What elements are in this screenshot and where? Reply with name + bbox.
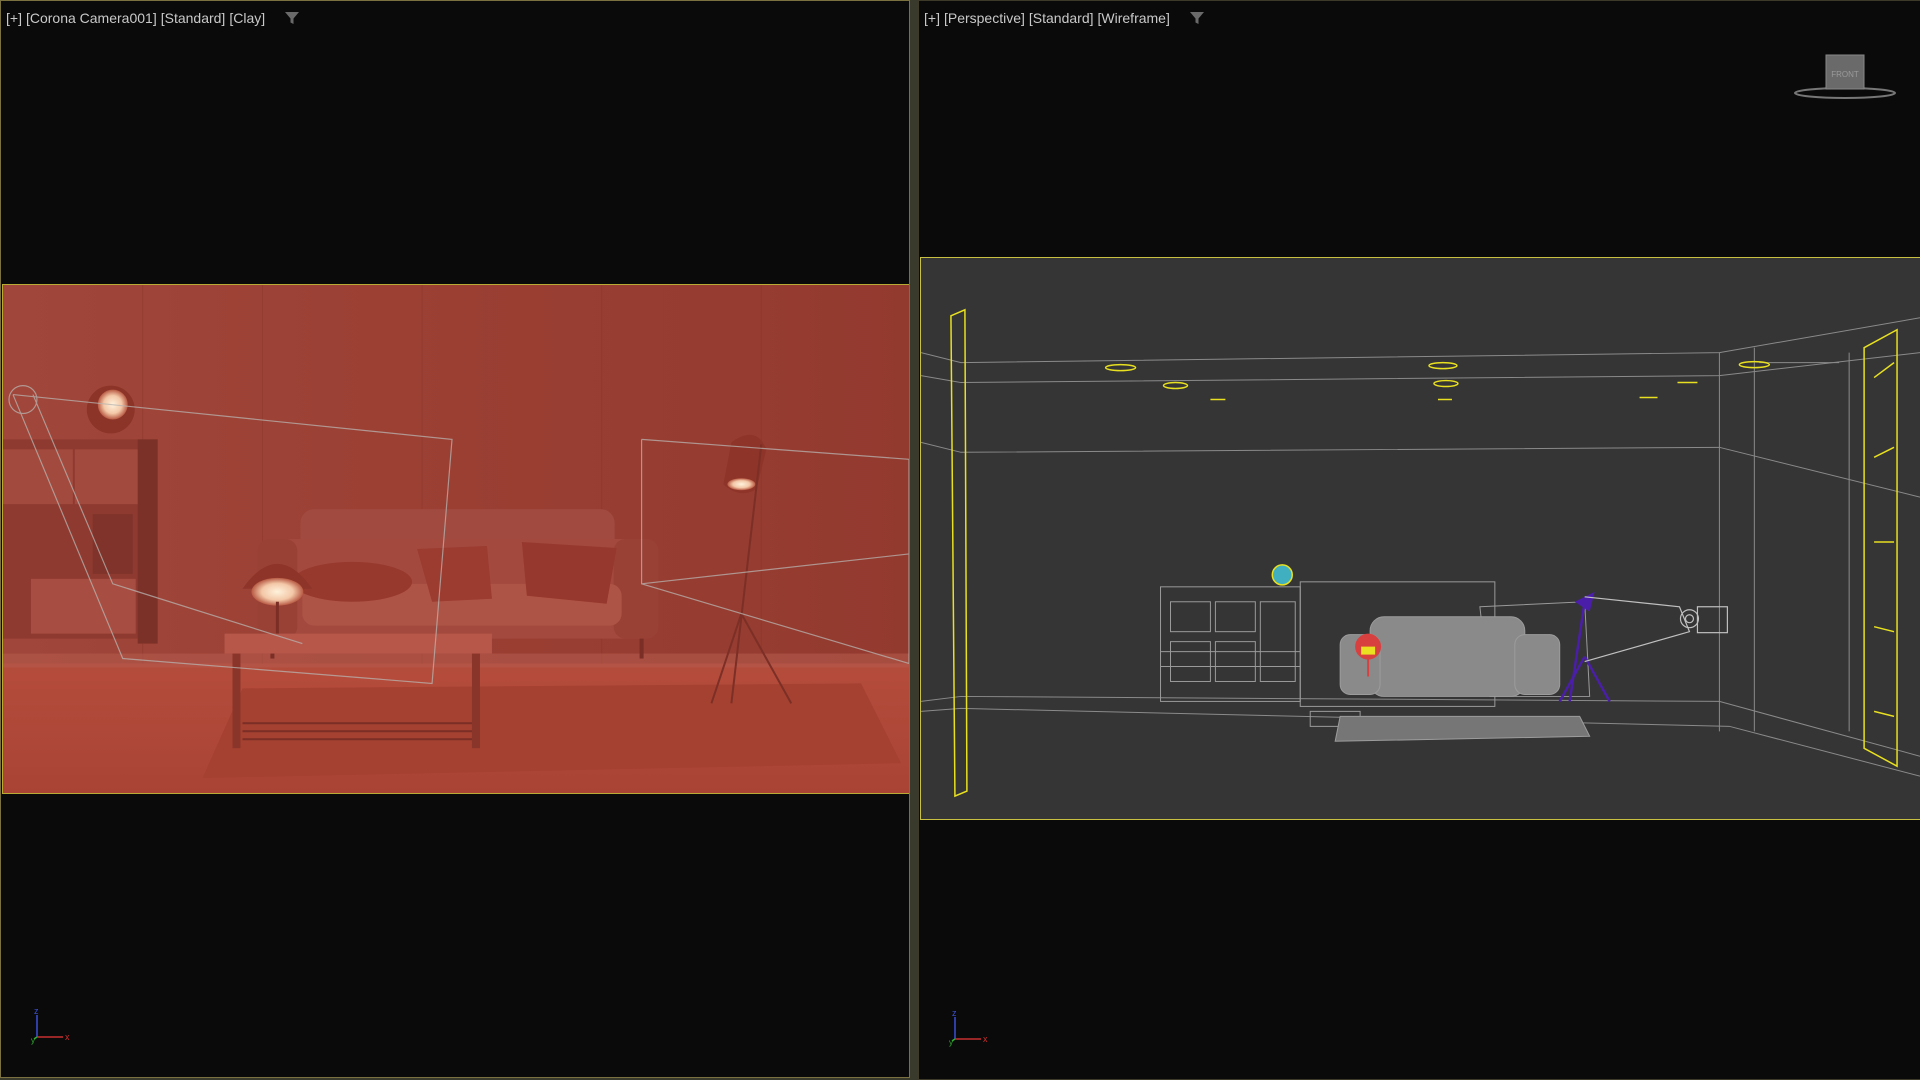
viewport-standard-menu[interactable]: [Standard]: [1029, 10, 1094, 26]
funnel-icon[interactable]: [1188, 9, 1206, 27]
perspective-viewport[interactable]: [+] [Perspective] [Standard] [Wireframe]…: [918, 0, 1920, 1080]
viewport-general-menu[interactable]: [+]: [924, 10, 940, 26]
axis-x-label: x: [983, 1034, 988, 1044]
viewport-general-menu[interactable]: [+]: [6, 10, 22, 26]
funnel-icon[interactable]: [283, 9, 301, 27]
axis-y-label: y: [949, 1038, 953, 1047]
camera-viewport[interactable]: [+] [Corona Camera001] [Standard] [Clay]: [0, 0, 910, 1078]
clay-render-scene: [3, 285, 909, 793]
wireframe-scene: [921, 258, 1920, 819]
axis-tripod-icon: z x y: [31, 1006, 70, 1045]
viewport-point-of-view-menu[interactable]: [Perspective]: [944, 10, 1025, 26]
viewcube[interactable]: FRONT: [1790, 53, 1900, 103]
camera-safe-frame: [2, 284, 909, 794]
axis-y-label: y: [31, 1036, 35, 1045]
viewport-standard-menu[interactable]: [Standard]: [161, 10, 226, 26]
axis-z-label: z: [952, 1008, 957, 1018]
viewcube-face-label: FRONT: [1831, 70, 1859, 79]
viewport-shading-menu[interactable]: [Wireframe]: [1098, 10, 1170, 26]
axis-x-label: x: [65, 1032, 70, 1042]
perspective-safe-frame: [920, 257, 1920, 820]
viewport-label-bar: [+] [Corona Camera001] [Standard] [Clay]: [6, 9, 301, 27]
axis-tripod-icon: z x y: [949, 1008, 988, 1047]
viewport-point-of-view-menu[interactable]: [Corona Camera001]: [26, 10, 157, 26]
viewport-label-bar: [+] [Perspective] [Standard] [Wireframe]: [924, 9, 1206, 27]
viewport-shading-menu[interactable]: [Clay]: [229, 10, 265, 26]
axis-z-label: z: [34, 1006, 39, 1016]
